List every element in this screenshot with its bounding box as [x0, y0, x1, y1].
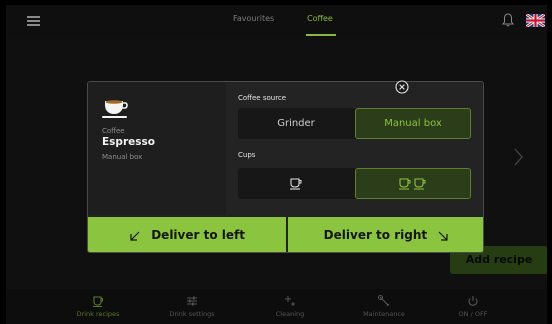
nav-drink-settings[interactable]: Drink settings — [142, 289, 242, 324]
cups-single-option[interactable] — [238, 168, 354, 199]
sparkle-icon — [285, 296, 295, 306]
close-icon[interactable] — [395, 80, 409, 94]
bell-icon[interactable] — [502, 13, 514, 27]
coffee-source-label: Coffee source — [238, 94, 287, 102]
uk-flag-icon[interactable] — [526, 14, 545, 27]
nav-maintenance[interactable]: Maintenance — [334, 289, 434, 324]
delivery-dialog: Coffee Espresso Manual box Coffee source… — [87, 81, 484, 253]
deliver-left-label: Deliver to left — [151, 228, 245, 242]
arrow-down-left-icon — [130, 231, 140, 241]
nav-drink-settings-label: Drink settings — [169, 310, 215, 318]
nav-on-off[interactable]: ON / OFF — [423, 289, 523, 324]
drink-name: Espresso — [102, 136, 155, 148]
sliders-icon — [187, 296, 197, 306]
coffee-source-manual-box[interactable]: Manual box — [355, 108, 471, 139]
deliver-right-button[interactable]: Deliver to right — [288, 217, 483, 252]
deliver-right-label: Deliver to right — [323, 228, 428, 242]
espresso-cup-icon — [102, 100, 128, 118]
cups-label: Cups — [238, 151, 256, 159]
double-cup-icon — [399, 177, 426, 190]
top-bar: Favourites Coffee — [6, 5, 547, 36]
menu-icon[interactable] — [27, 16, 40, 26]
machine-screen: Favourites Coffee Add recipe Drink recip… — [6, 5, 547, 324]
arrow-down-right-icon — [438, 231, 448, 241]
nav-cleaning-label: Cleaning — [275, 310, 305, 318]
wrench-icon — [378, 295, 390, 307]
nav-maintenance-label: Maintenance — [363, 310, 405, 318]
coffee-source-grinder[interactable]: Grinder — [238, 108, 354, 139]
drink-summary: Coffee Espresso Manual box — [88, 82, 226, 215]
tab-coffee[interactable]: Coffee — [307, 14, 333, 23]
tab-favourites[interactable]: Favourites — [233, 14, 274, 23]
single-cup-icon — [290, 177, 302, 190]
drink-options: Coffee source Grinder Manual box Cups — [226, 82, 483, 215]
cups-selector — [238, 168, 471, 199]
nav-on-off-label: ON / OFF — [458, 310, 488, 318]
drink-recipes-icon — [93, 296, 103, 307]
bottom-nav: Drink recipes Drink settings Cleaning Ma… — [6, 289, 547, 324]
nav-drink-recipes-label: Drink recipes — [76, 310, 120, 318]
nav-drink-recipes[interactable]: Drink recipes — [48, 289, 148, 324]
drink-source: Manual box — [102, 153, 143, 161]
cups-double-option[interactable] — [355, 168, 471, 199]
power-icon — [468, 296, 478, 306]
deliver-left-button[interactable]: Deliver to left — [88, 217, 286, 252]
coffee-source-selector: Grinder Manual box — [238, 108, 471, 139]
nav-cleaning[interactable]: Cleaning — [240, 289, 340, 324]
drink-category: Coffee — [102, 127, 125, 135]
